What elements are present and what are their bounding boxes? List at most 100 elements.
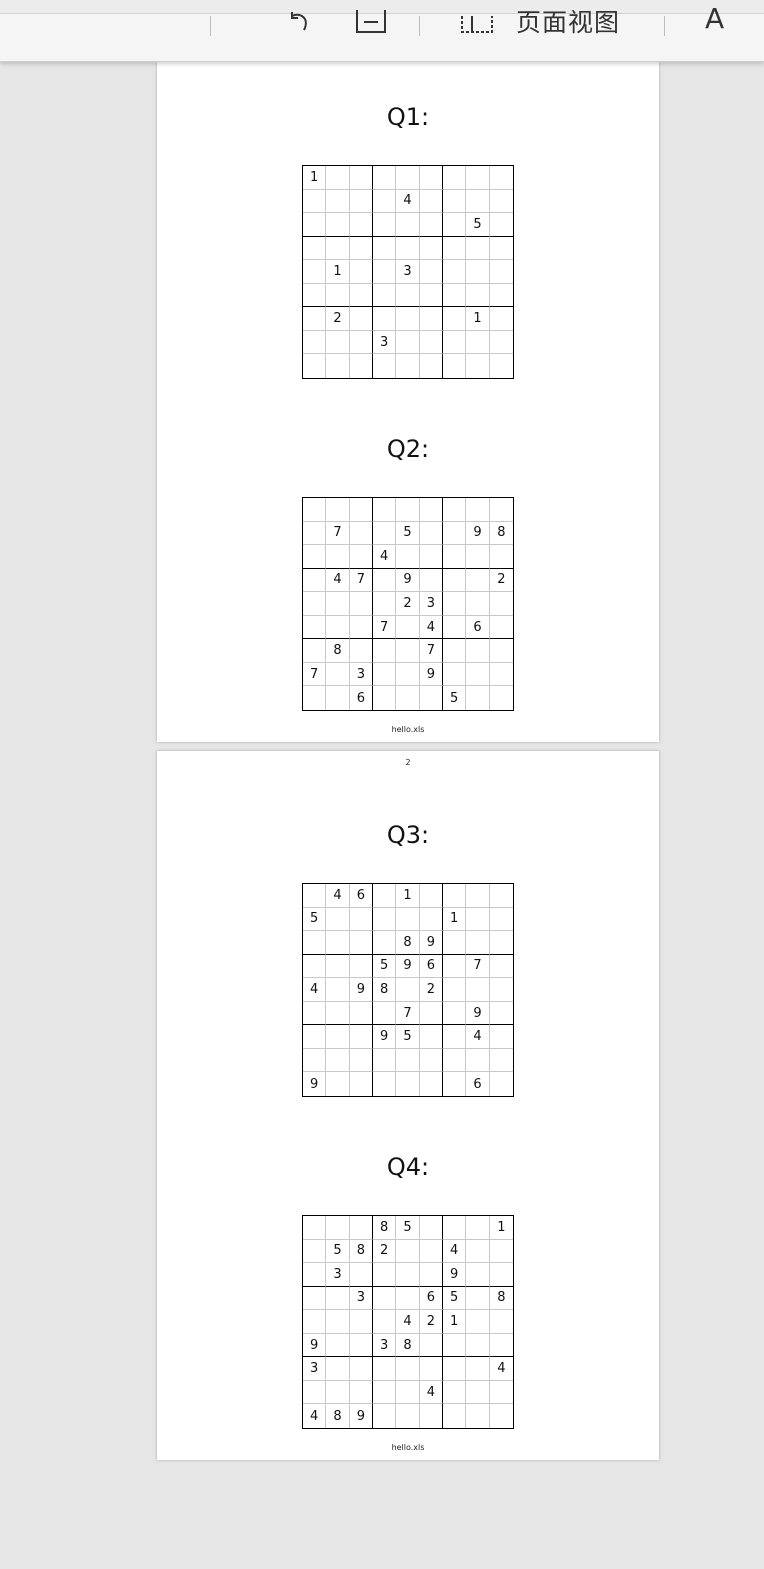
grid-cell — [443, 662, 467, 687]
grid-cell — [489, 592, 513, 616]
grid-cell: 7 — [466, 954, 490, 979]
grid-cell — [489, 931, 513, 955]
grid-cell — [349, 1357, 373, 1381]
grid-cell: 1 — [466, 307, 490, 331]
grid-cell — [373, 1380, 397, 1405]
grid-cell — [419, 1001, 443, 1026]
grid-cell — [373, 592, 397, 616]
grid-cell: 2 — [489, 569, 513, 593]
grid-cell — [466, 884, 490, 908]
page-view-icon[interactable] — [458, 2, 493, 34]
grid-cell: 5 — [466, 213, 490, 237]
grid-cell — [443, 1001, 467, 1026]
grid-cell: 9 — [443, 1263, 467, 1287]
grid-cell — [326, 236, 350, 261]
grid-cell — [373, 521, 397, 546]
grid-cell — [303, 283, 327, 308]
grid-cell: 5 — [373, 954, 397, 979]
grid-cell — [396, 639, 420, 663]
grid-cell: 1 — [326, 260, 350, 284]
grid-cell — [326, 978, 350, 1002]
export-icon[interactable] — [354, 2, 386, 34]
grid-cell: 9 — [349, 978, 373, 1002]
font-button[interactable]: A — [705, 2, 725, 35]
grid-cell — [443, 639, 467, 663]
grid-cell — [349, 498, 373, 522]
grid-cell — [396, 545, 420, 569]
grid-cell — [349, 931, 373, 955]
page-footer: hello.xls — [391, 1443, 425, 1452]
sudoku-grid: 759844792237468773965 — [302, 497, 514, 711]
grid-cell — [373, 1048, 397, 1073]
grid-cell — [419, 498, 443, 522]
grid-cell — [373, 307, 397, 331]
grid-cell — [489, 1334, 513, 1358]
grid-cell: 5 — [326, 1239, 350, 1264]
grid-cell — [396, 236, 420, 261]
grid-cell — [349, 639, 373, 663]
grid-cell — [326, 166, 350, 190]
grid-cell — [349, 1310, 373, 1334]
grid-cell: 7 — [349, 568, 373, 593]
grid-cell — [466, 686, 490, 710]
grid-cell — [326, 1310, 350, 1334]
grid-cell — [373, 354, 397, 378]
grid-cell: 8 — [396, 931, 420, 955]
grid-cell: 9 — [466, 1001, 490, 1026]
grid-cell — [489, 1049, 513, 1073]
grid-cell — [419, 884, 443, 908]
grid-cell — [303, 1216, 327, 1240]
grid-cell — [349, 283, 373, 308]
grid-cell — [419, 213, 443, 237]
undo-icon[interactable] — [282, 2, 314, 34]
grid-cell: 9 — [419, 931, 443, 955]
grid-cell — [303, 1380, 327, 1405]
toolbar: 页面视图 A — [0, 0, 764, 62]
grid-cell — [419, 1216, 443, 1240]
grid-cell — [443, 189, 467, 214]
grid-cell — [396, 1263, 420, 1287]
grid-cell — [490, 686, 513, 710]
grid-cell: 5 — [396, 1025, 420, 1049]
grid-cell — [303, 1286, 327, 1311]
grid-cell — [303, 639, 327, 663]
grid-cell: 8 — [326, 1404, 350, 1428]
grid-cell: 1 — [396, 884, 420, 908]
grid-cell — [443, 260, 467, 284]
grid-cell — [443, 568, 467, 593]
grid-cell — [466, 568, 490, 593]
grid-cell — [443, 954, 467, 979]
grid-cell: 4 — [396, 1310, 420, 1334]
grid-cell: 2 — [373, 1239, 397, 1264]
grid-cell — [419, 568, 443, 593]
grid-cell: 2 — [326, 307, 350, 331]
grid-cell — [303, 592, 327, 616]
grid-cell: 6 — [466, 1072, 490, 1096]
grid-cell — [373, 283, 397, 308]
grid-cell — [326, 592, 350, 616]
grid-cell: 5 — [396, 1216, 420, 1240]
grid-cell — [326, 662, 350, 687]
grid-cell — [373, 884, 397, 908]
grid-cell — [443, 1333, 467, 1358]
grid-cell: 3 — [396, 260, 420, 284]
grid-cell — [420, 1404, 443, 1428]
grid-cell — [326, 1048, 350, 1073]
grid-cell: 8 — [396, 1333, 420, 1358]
puzzle-title: Q3: — [386, 821, 430, 849]
grid-cell — [303, 189, 327, 214]
grid-cell — [326, 931, 350, 955]
grid-cell — [303, 307, 327, 331]
page-view-button[interactable]: 页面视图 — [516, 3, 620, 39]
grid-cell — [420, 354, 443, 378]
grid-cell — [489, 955, 513, 979]
grid-cell: 6 — [350, 686, 373, 710]
grid-cell — [443, 354, 467, 378]
grid-cell — [489, 1002, 513, 1026]
toolbar-divider — [210, 16, 211, 36]
grid-cell — [489, 498, 513, 522]
grid-cell — [489, 1025, 513, 1049]
grid-cell — [349, 189, 373, 214]
grid-cell — [443, 592, 467, 616]
grid-cell — [396, 1072, 420, 1096]
